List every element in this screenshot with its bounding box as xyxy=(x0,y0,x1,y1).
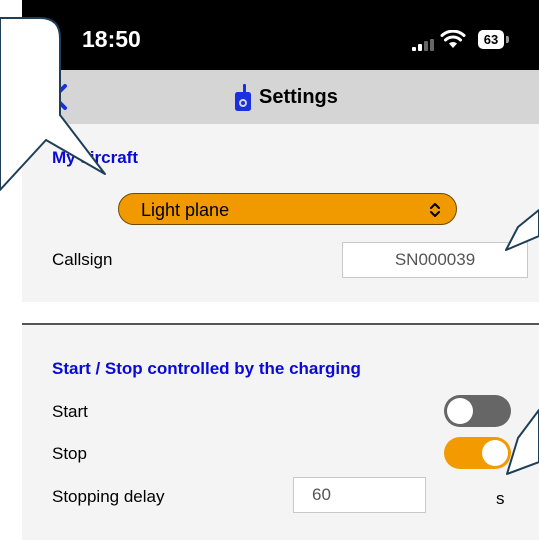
status-bar: 18:50 63 xyxy=(22,0,539,70)
aircraft-type-select[interactable]: Light plane xyxy=(118,193,457,225)
stopping-delay-label: Stopping delay xyxy=(52,487,165,506)
section-title-my-aircraft: My aircraft xyxy=(52,148,138,167)
aircraft-type-value: Light plane xyxy=(141,200,230,220)
start-toggle-knob xyxy=(447,398,473,424)
navigation-bar: Settings xyxy=(22,70,539,124)
cellular-signal-icon xyxy=(412,38,434,56)
stop-toggle[interactable] xyxy=(444,437,511,469)
start-label: Start xyxy=(52,402,88,421)
wifi-icon xyxy=(440,29,466,55)
settings-screen-top: 18:50 63 Settings My aircraft Light plan… xyxy=(22,0,539,302)
screenshot-canvas: 18:50 63 Settings My aircraft Light plan… xyxy=(0,0,539,540)
back-chevron-icon[interactable] xyxy=(50,83,68,116)
settings-screen-bottom: Start / Stop controlled by the charging … xyxy=(22,323,539,540)
page-title: Settings xyxy=(259,86,338,108)
callsign-label: Callsign xyxy=(52,250,113,269)
stop-toggle-knob xyxy=(482,440,508,466)
section-title-charging: Start / Stop controlled by the charging xyxy=(52,359,361,378)
handheld-device-icon xyxy=(234,84,252,117)
stopping-delay-unit: s xyxy=(496,489,505,508)
callsign-input[interactable] xyxy=(342,242,528,278)
select-updown-chevron-icon xyxy=(429,202,441,223)
start-toggle[interactable] xyxy=(444,395,511,427)
battery-icon xyxy=(506,36,509,43)
battery-level: 63 xyxy=(478,30,504,49)
status-time: 18:50 xyxy=(82,26,141,52)
stop-label: Stop xyxy=(52,444,87,463)
stopping-delay-input[interactable] xyxy=(293,477,426,513)
